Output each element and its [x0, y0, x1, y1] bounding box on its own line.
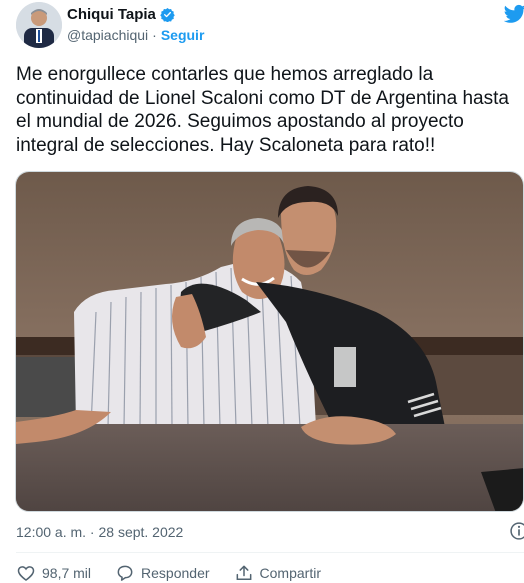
tweet-text-line: integral de selecciones. Hay Scaloneta p… [16, 134, 436, 156]
tweet-text: Me enorgullece contarles que hemos arreg… [16, 63, 524, 157]
share-label: Compartir [259, 565, 321, 581]
author-handle-row: @tapiachiqui · Seguir [67, 27, 204, 43]
author-name-row: Chiqui Tapia [67, 6, 175, 23]
tweet-timestamp[interactable]: 12:00 a. m. · 28 sept. 2022 [16, 524, 183, 540]
author-name[interactable]: Chiqui Tapia [67, 6, 156, 23]
follow-button[interactable]: Seguir [161, 27, 205, 43]
verified-icon [160, 7, 175, 22]
tweet-actions: 98,7 mil Responder Compartir [16, 563, 345, 583]
like-count: 98,7 mil [42, 565, 92, 581]
tweet-text-line: continuidad de Lionel Scaloni como DT de… [16, 87, 509, 109]
twitter-bird-icon[interactable] [504, 4, 524, 24]
tweet-photo[interactable] [15, 171, 524, 512]
tweet-text-line: Me enorgullece contarles que hemos arreg… [16, 64, 434, 85]
divider [16, 552, 524, 553]
heart-icon [17, 566, 35, 582]
reply-button[interactable]: Responder [115, 563, 210, 583]
photo-image [16, 172, 523, 511]
reply-icon [117, 565, 133, 581]
share-icon [236, 565, 251, 580]
avatar-image [16, 2, 62, 48]
author-handle[interactable]: @tapiachiqui [67, 27, 148, 43]
tweet-text-line: el mundial de 2026. Seguimos apostando a… [16, 111, 464, 132]
author-avatar[interactable] [16, 2, 62, 48]
share-button[interactable]: Compartir [234, 563, 321, 583]
reply-label: Responder [141, 565, 210, 581]
like-button[interactable]: 98,7 mil [16, 563, 91, 583]
handle-separator: · [152, 27, 157, 43]
info-icon[interactable] [509, 521, 524, 541]
